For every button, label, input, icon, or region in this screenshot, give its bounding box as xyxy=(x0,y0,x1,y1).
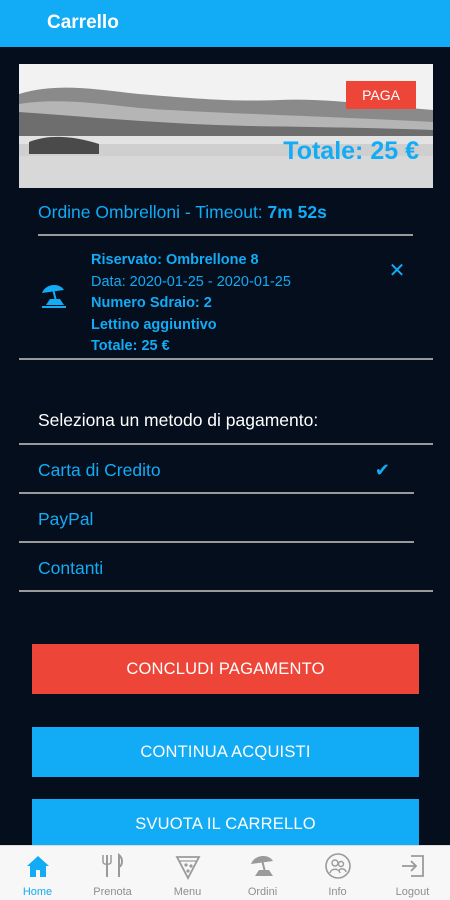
order-timeout: 7m 52s xyxy=(267,202,327,222)
continue-shopping-button[interactable]: CONTINUA ACQUISTI xyxy=(32,727,419,777)
hero-total: Totale: 25 € xyxy=(283,137,419,165)
divider xyxy=(19,492,414,494)
tab-prenota[interactable]: Prenota xyxy=(75,846,150,900)
beach-umbrella-icon xyxy=(42,284,66,308)
order-title: Ordine Ombrelloni - Timeout: 7m 52s xyxy=(38,202,327,223)
tab-label: Ordini xyxy=(247,886,278,898)
page-title: Carrello xyxy=(47,12,119,33)
divider xyxy=(38,234,413,236)
tab-ordini[interactable]: Ordini xyxy=(225,846,300,900)
payment-option-cash[interactable]: Contanti xyxy=(19,544,414,592)
cart-item-details: Riservato: Ombrellone 8 Data: 2020-01-25… xyxy=(91,250,291,358)
top-bar: Carrello xyxy=(0,0,450,47)
beach-umbrella-icon xyxy=(251,855,273,877)
pay-badge-button[interactable]: PAGA xyxy=(346,81,416,109)
item-total: Totale: 25 € xyxy=(91,338,170,354)
order-title-prefix: Ordine Ombrelloni - Timeout: xyxy=(38,202,268,222)
tab-menu[interactable]: Menu xyxy=(150,846,225,900)
payment-option-label: PayPal xyxy=(38,509,94,529)
cutlery-icon xyxy=(102,852,123,877)
payment-option-label: Carta di Credito xyxy=(38,460,161,480)
bottom-tab-bar: Home Prenota Menu Ordini Info Logout xyxy=(0,845,450,900)
item-extra: Lettino aggiuntivo xyxy=(91,316,217,333)
tab-label: Home xyxy=(22,886,53,898)
logout-icon xyxy=(402,855,424,877)
tab-info[interactable]: Info xyxy=(300,846,375,900)
info-people-icon xyxy=(325,853,351,879)
item-dates: Data: 2020-01-25 - 2020-01-25 xyxy=(91,273,291,290)
tab-label: Prenota xyxy=(93,886,132,898)
home-icon xyxy=(27,856,49,877)
payment-option-paypal[interactable]: PayPal xyxy=(19,495,414,543)
divider xyxy=(19,590,433,592)
tab-label: Menu xyxy=(173,886,202,898)
tab-label: Info xyxy=(328,886,347,898)
pizza-icon xyxy=(175,856,201,880)
divider xyxy=(19,358,433,360)
beach-banner: PAGA Totale: 25 € xyxy=(19,64,433,188)
tab-home[interactable]: Home xyxy=(0,846,75,900)
complete-payment-button[interactable]: CONCLUDI PAGAMENTO xyxy=(32,644,419,694)
tab-label: Logout xyxy=(395,886,430,898)
item-reserved: Riservato: Ombrellone 8 xyxy=(91,252,259,268)
checkmark-icon: ✔ xyxy=(374,460,390,480)
empty-cart-button[interactable]: SVUOTA IL CARRELLO xyxy=(32,799,419,849)
payment-option-credit-card[interactable]: Carta di Credito ✔ xyxy=(19,446,414,494)
tab-logout[interactable]: Logout xyxy=(375,846,450,900)
divider xyxy=(19,443,433,445)
payment-option-label: Contanti xyxy=(38,558,104,578)
close-icon[interactable]: ✕ xyxy=(385,259,409,283)
item-loungers: Numero Sdraio: 2 xyxy=(91,295,212,311)
payment-heading: Seleziona un metodo di pagamento: xyxy=(38,410,319,430)
divider xyxy=(19,541,414,543)
